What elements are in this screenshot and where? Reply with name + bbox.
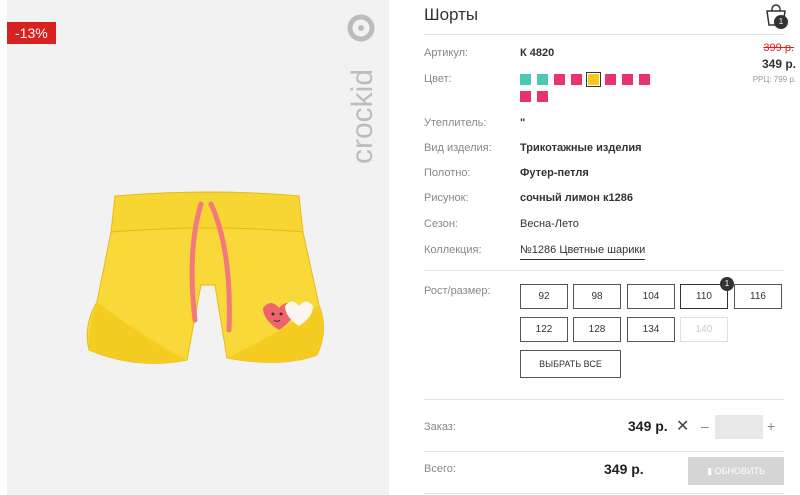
divider (424, 451, 784, 452)
color-swatch[interactable] (537, 91, 548, 102)
cart-count-badge: 1 (774, 15, 788, 29)
divider (424, 34, 784, 35)
color-swatch[interactable] (571, 74, 582, 85)
size-option[interactable]: 122 (520, 317, 568, 342)
field-label: Рост/размер: (424, 285, 491, 297)
page-title: Шорты (424, 5, 479, 24)
order-price: 349 р. (628, 418, 668, 434)
row-season: Сезон: Весна-Лето (424, 218, 784, 234)
row-pattern: Рисунок: сочный лимон к1286 (424, 192, 784, 208)
total-label: Всего: (424, 463, 456, 475)
field-label: Полотно: (424, 167, 471, 179)
yellow-shorts-image (86, 191, 324, 364)
size-option[interactable]: 116 (734, 284, 782, 309)
order-label: Заказ: (424, 421, 456, 433)
quantity-minus-button[interactable]: – (701, 418, 709, 434)
field-value-season: Весна-Лето (520, 218, 579, 230)
field-value-insulation: " (520, 117, 526, 129)
color-swatch[interactable] (622, 74, 633, 85)
field-value-type: Трикотажные изделия (520, 142, 642, 154)
divider (424, 399, 784, 400)
update-button[interactable]: ▮ ОБНОВИТЬ (688, 457, 784, 485)
color-swatch-selected[interactable] (586, 72, 601, 87)
quantity-input[interactable] (715, 415, 763, 439)
color-swatch[interactable] (554, 74, 565, 85)
brand-logo: crockid (346, 14, 379, 164)
size-option-disabled: 140 (680, 317, 728, 342)
size-option[interactable]: 92 (520, 284, 568, 309)
field-label: Сезон: (424, 218, 458, 230)
row-fabric: Полотно: Футер-петля (424, 167, 784, 183)
color-swatches (520, 72, 670, 108)
color-swatch[interactable] (520, 91, 531, 102)
size-option[interactable]: 128 (573, 317, 621, 342)
divider (424, 270, 784, 271)
select-all-button[interactable]: ВЫБРАТЬ ВСЕ (520, 350, 621, 378)
divider (424, 493, 784, 494)
trash-icon: ▮ (707, 466, 713, 476)
quantity-plus-button[interactable]: + (767, 418, 775, 434)
row-article: Артикул: К 4820 (424, 47, 784, 63)
size-option[interactable]: 104 (627, 284, 675, 309)
field-label: Вид изделия: (424, 142, 492, 154)
size-option[interactable]: 98 (573, 284, 621, 309)
field-label: Рисунок: (424, 192, 469, 204)
color-swatch[interactable] (537, 74, 548, 85)
field-value-article: К 4820 (520, 47, 555, 59)
collection-link[interactable]: №1286 Цветные шарики (520, 244, 646, 260)
product-image-panel[interactable]: -13% crockid (7, 0, 389, 495)
field-value-fabric: Футер-петля (520, 167, 589, 179)
color-swatch[interactable] (520, 74, 531, 85)
discount-badge: -13% (7, 22, 56, 44)
total-price: 349 р. (604, 461, 644, 477)
color-swatch[interactable] (639, 74, 650, 85)
size-qty-badge: 1 (720, 277, 734, 291)
brand-logo-text: crockid (346, 69, 379, 164)
field-label: Артикул: (424, 47, 469, 59)
color-swatch[interactable] (605, 74, 616, 85)
row-type: Вид изделия: Трикотажные изделия (424, 142, 784, 158)
field-label: Коллекция: (424, 244, 482, 256)
product-info-panel: Шорты 1 399 р. 349 р. РРЦ: 799 р. Артику… (424, 0, 800, 495)
field-label: Цвет: (424, 73, 452, 85)
row-insulation: Утеплитель: " (424, 117, 784, 133)
row-collection: Коллекция: №1286 Цветные шарики (424, 244, 784, 260)
remove-item-icon[interactable]: ✕ (676, 416, 689, 436)
field-value-pattern: сочный лимон к1286 (520, 192, 633, 204)
field-label: Утеплитель: (424, 117, 487, 129)
update-button-label: ОБНОВИТЬ (714, 466, 765, 476)
size-option[interactable]: 134 (627, 317, 675, 342)
